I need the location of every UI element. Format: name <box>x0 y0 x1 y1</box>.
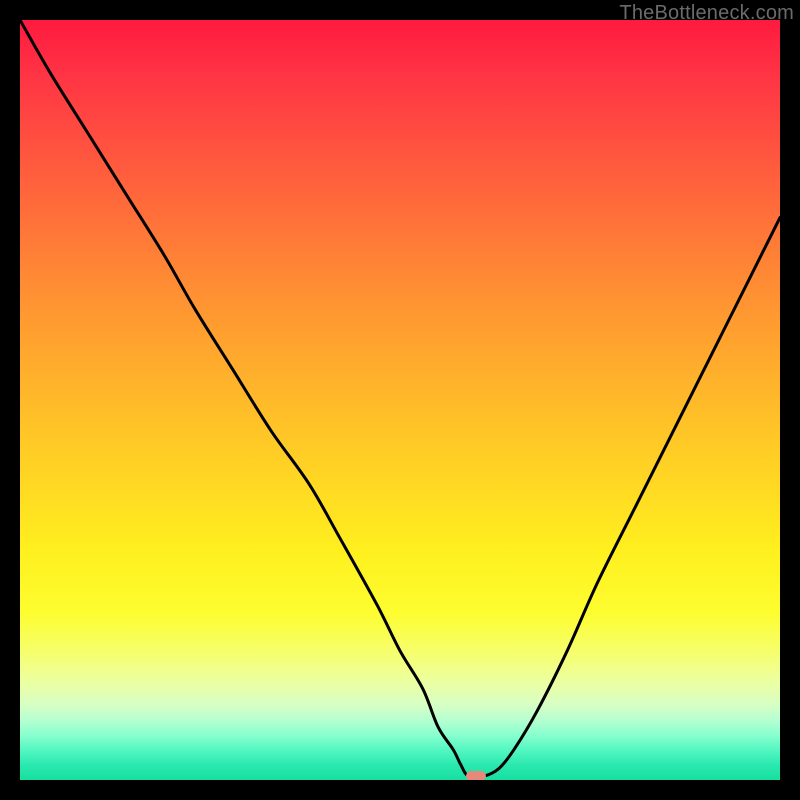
plot-area <box>20 20 780 780</box>
bottleneck-curve <box>20 20 780 780</box>
minimum-marker <box>466 771 486 780</box>
chart-frame: TheBottleneck.com <box>0 0 800 800</box>
